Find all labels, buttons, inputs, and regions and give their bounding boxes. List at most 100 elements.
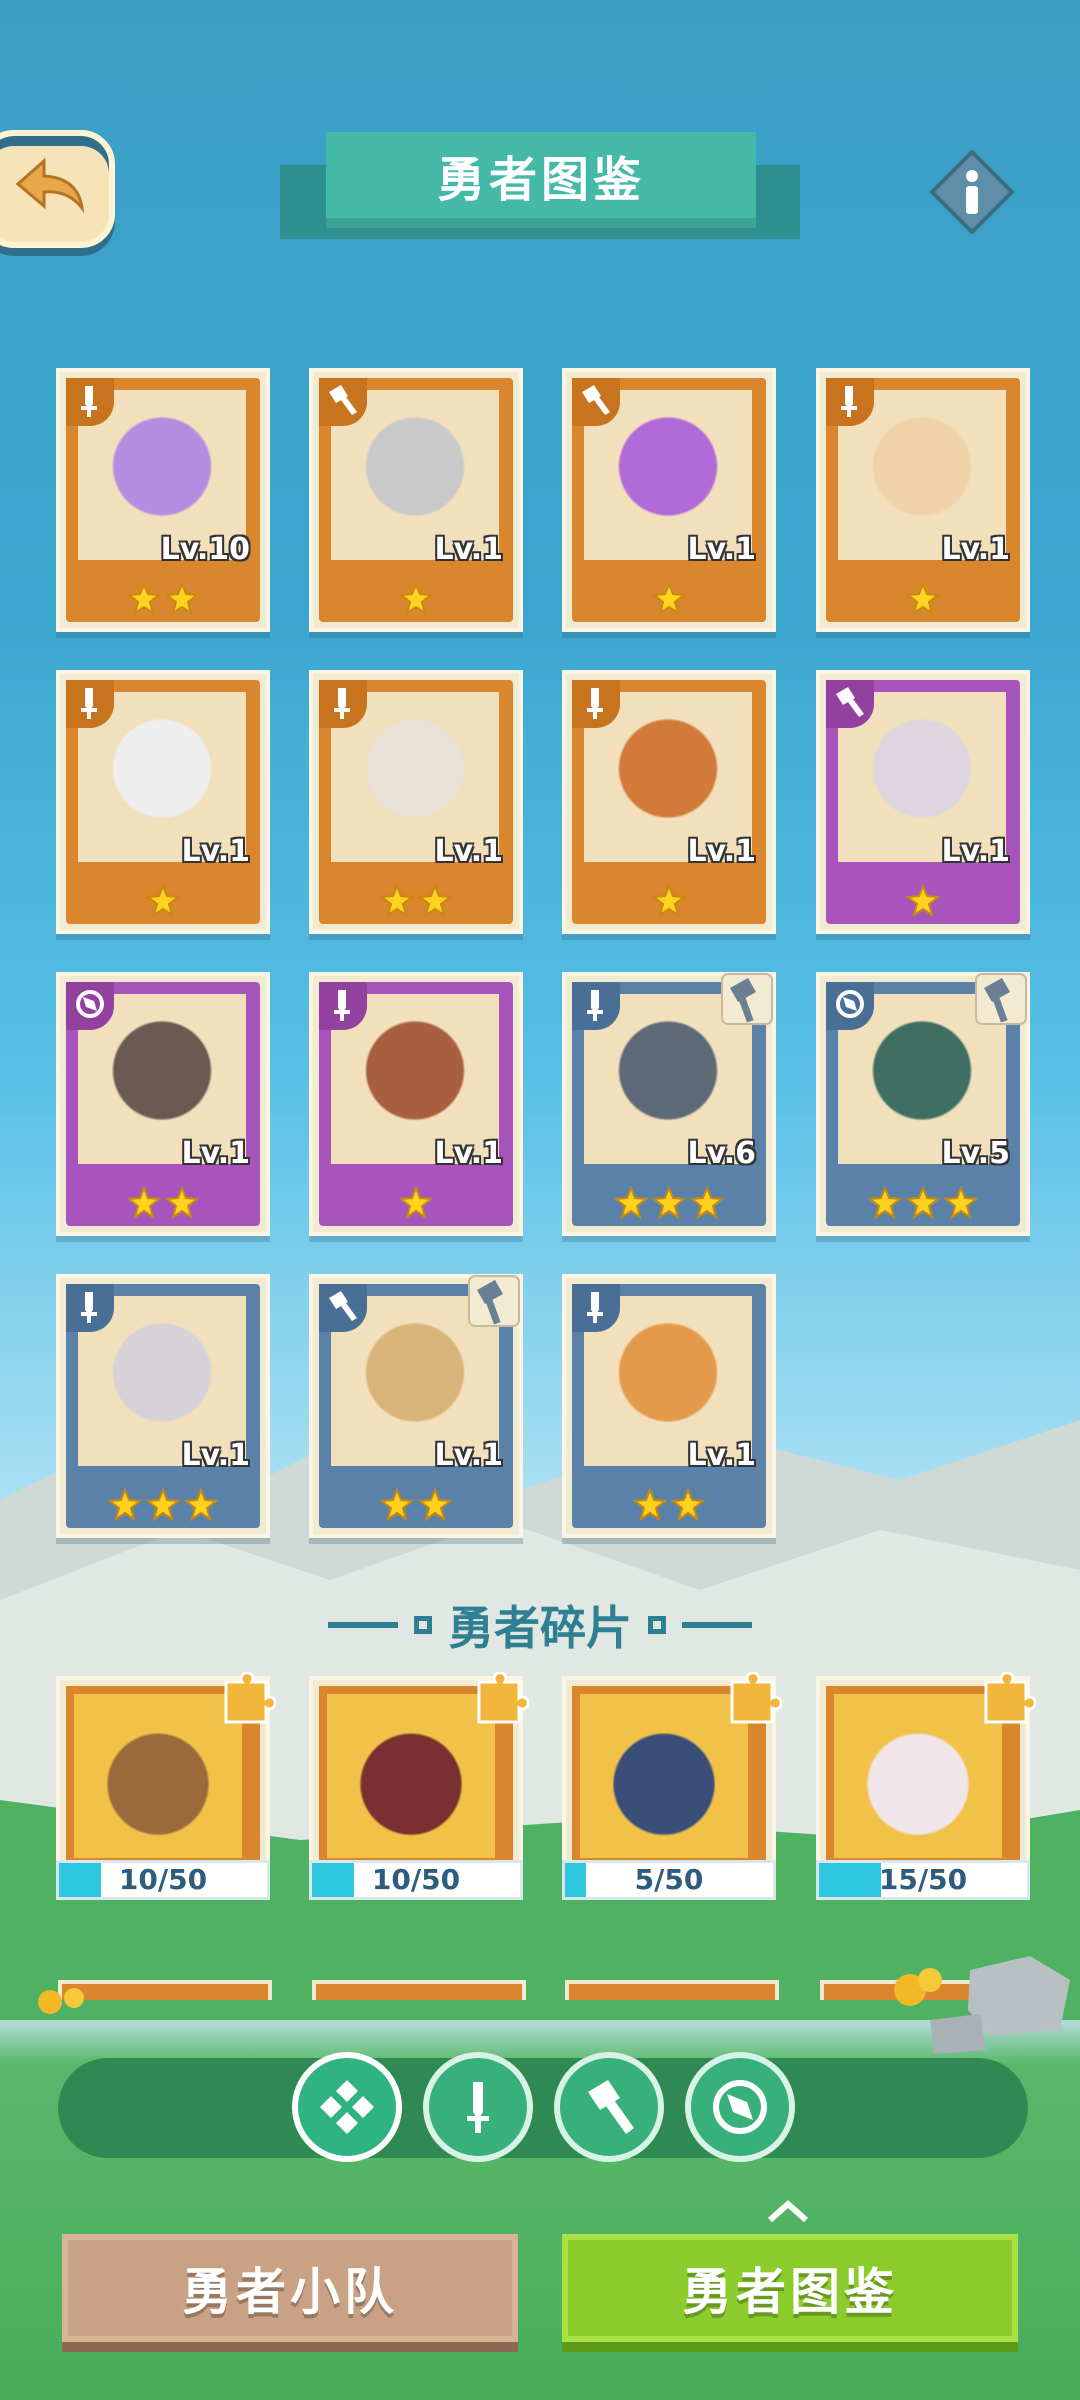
class-badge xyxy=(826,680,874,728)
back-arrow-icon xyxy=(16,157,85,214)
star-icon xyxy=(633,1488,667,1522)
shard-card[interactable]: 5/50 xyxy=(562,1672,782,1906)
shard-progress-text: 10/50 xyxy=(371,1863,461,1896)
hero-card[interactable]: Lv.1 xyxy=(562,368,776,632)
sword-icon xyxy=(81,688,97,719)
star-icon xyxy=(906,1186,940,1220)
star-icon xyxy=(399,582,433,616)
hammer-badge-icon xyxy=(721,973,773,1025)
shard-progress-text: 10/50 xyxy=(118,1863,208,1896)
shard-card-peek[interactable] xyxy=(565,1980,779,2000)
star-icon xyxy=(614,1186,648,1220)
star-rating xyxy=(60,582,266,616)
hero-card[interactable]: Lv.1 xyxy=(309,972,523,1236)
sword-icon xyxy=(587,688,603,719)
puzzle-piece-icon xyxy=(477,1672,529,1724)
hero-level: Lv.10 xyxy=(160,532,250,567)
hammer-badge-icon xyxy=(975,973,1027,1025)
class-filter-bar xyxy=(58,2058,1028,2158)
hero-dex-tab-button[interactable]: 勇者图鉴 xyxy=(562,2234,1018,2342)
hero-level: Lv.1 xyxy=(434,1136,504,1171)
compass-icon xyxy=(836,990,864,1018)
hero-card[interactable]: Lv.1 xyxy=(562,670,776,934)
hero-card[interactable]: Lv.1 xyxy=(56,1274,270,1538)
filter-all-button[interactable] xyxy=(292,2052,402,2162)
sword-icon xyxy=(334,688,350,719)
shards-section-title: 勇者碎片 xyxy=(448,1601,632,1655)
star-icon xyxy=(165,1186,199,1220)
class-badge xyxy=(66,680,114,728)
back-button[interactable] xyxy=(0,130,115,248)
sword-icon xyxy=(81,1292,97,1323)
hero-card[interactable]: Lv.1 xyxy=(56,670,270,934)
filter-sword-button[interactable] xyxy=(423,2052,533,2162)
class-badge xyxy=(319,680,367,728)
shard-card-peek[interactable] xyxy=(312,1980,526,2000)
hammer-icon xyxy=(329,385,357,415)
star-icon xyxy=(146,884,180,918)
flower-decoration xyxy=(38,1988,84,2014)
sword-icon xyxy=(841,386,857,417)
shard-progress-bar: 10/50 xyxy=(56,1860,270,1900)
puzzle-piece-icon xyxy=(730,1672,782,1724)
class-badge xyxy=(572,378,620,426)
shard-progress-bar: 5/50 xyxy=(562,1860,776,1900)
hammer-icon xyxy=(836,687,864,717)
sword-icon xyxy=(587,1292,603,1323)
shard-card[interactable]: 10/50 xyxy=(309,1672,529,1906)
star-icon xyxy=(146,1488,180,1522)
hero-card[interactable]: Lv.6 xyxy=(562,972,776,1236)
filter-hammer-button[interactable] xyxy=(554,2052,664,2162)
hero-card[interactable]: Lv.1 xyxy=(309,368,523,632)
filter-compass-button[interactable] xyxy=(685,2052,795,2162)
hammer-icon xyxy=(588,2080,634,2134)
hero-level: Lv.1 xyxy=(434,1438,504,1473)
puzzle-piece-icon xyxy=(984,1672,1036,1724)
sword-icon xyxy=(587,990,603,1021)
rock-decoration xyxy=(894,1956,1070,2054)
shard-card[interactable]: 10/50 xyxy=(56,1672,276,1906)
class-badge xyxy=(66,982,114,1030)
class-badge xyxy=(572,1284,620,1332)
shard-card[interactable]: 15/50 xyxy=(816,1672,1036,1906)
hero-level: Lv.1 xyxy=(941,834,1011,869)
all-icon xyxy=(320,2080,374,2134)
hero-team-tab-label: 勇者小队 xyxy=(182,2263,398,2321)
hero-level: Lv.6 xyxy=(687,1136,757,1171)
hero-card[interactable]: Lv.1 xyxy=(56,972,270,1236)
hero-card[interactable]: Lv.1 xyxy=(562,1274,776,1538)
hero-dex-tab-label: 勇者图鉴 xyxy=(682,2263,898,2321)
star-rating xyxy=(820,884,1026,918)
star-rating xyxy=(820,582,1026,616)
hero-card[interactable]: Lv.1 xyxy=(816,368,1030,632)
shard-progress-bar: 10/50 xyxy=(309,1860,523,1900)
hero-card[interactable]: Lv.5 xyxy=(816,972,1030,1236)
hero-card[interactable]: Lv.1 xyxy=(816,670,1030,934)
hammer-icon xyxy=(582,385,610,415)
shard-progress-bar: 15/50 xyxy=(816,1860,1030,1900)
hero-level: Lv.1 xyxy=(687,532,757,567)
compass-icon xyxy=(76,990,104,1018)
class-badge xyxy=(319,1284,367,1332)
star-icon xyxy=(868,1186,902,1220)
hero-card[interactable]: Lv.1 xyxy=(309,1274,523,1538)
star-rating xyxy=(820,1186,1026,1220)
compass-icon xyxy=(713,2080,767,2134)
info-icon[interactable] xyxy=(930,150,1014,234)
hero-team-tab-button[interactable]: 勇者小队 xyxy=(62,2234,518,2342)
star-icon xyxy=(652,1186,686,1220)
star-rating xyxy=(313,884,519,918)
star-icon xyxy=(380,884,414,918)
class-badge xyxy=(319,982,367,1030)
star-icon xyxy=(906,582,940,616)
star-icon xyxy=(165,582,199,616)
sword-icon xyxy=(81,386,97,417)
star-rating xyxy=(566,1186,772,1220)
hero-card[interactable]: Lv.1 xyxy=(309,670,523,934)
star-icon xyxy=(671,1488,705,1522)
star-rating xyxy=(60,884,266,918)
hero-card[interactable]: Lv.10 xyxy=(56,368,270,632)
hero-level: Lv.1 xyxy=(434,532,504,567)
hero-level: Lv.1 xyxy=(434,834,504,869)
hero-level: Lv.1 xyxy=(181,1438,251,1473)
